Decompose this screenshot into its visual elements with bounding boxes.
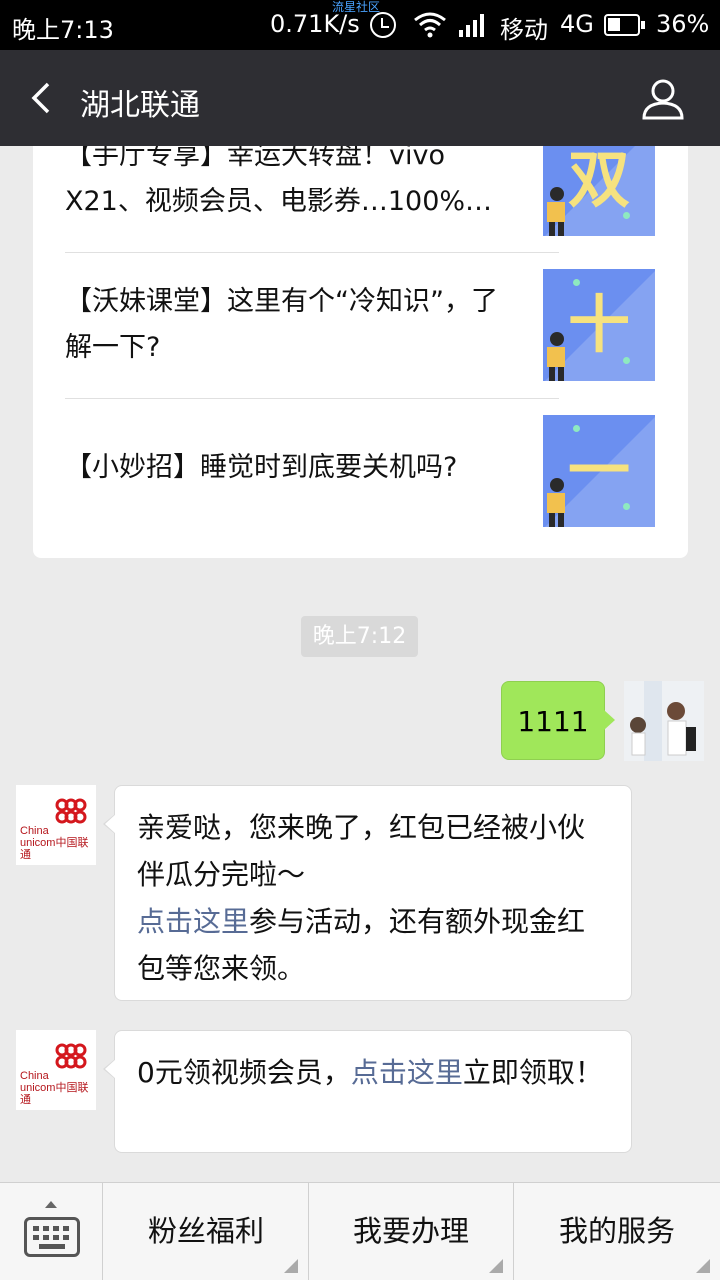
menu-item-label: 粉丝福利 xyxy=(147,1214,264,1248)
menu-item-fan-benefits[interactable]: 粉丝福利 xyxy=(104,1183,309,1280)
divider xyxy=(65,398,559,399)
person-figure-icon xyxy=(547,332,565,381)
menu-bar: 粉丝福利 我要办理 我的服务 xyxy=(0,1182,720,1280)
chevron-left-icon[interactable] xyxy=(26,80,62,116)
alarm-icon xyxy=(370,12,396,38)
message-link[interactable]: 点击这里 xyxy=(137,905,249,938)
status-time: 晚上7:13 xyxy=(12,16,114,44)
message-link[interactable]: 点击这里 xyxy=(351,1056,463,1089)
avatar[interactable]: China unicom中国联通 xyxy=(16,1030,96,1110)
chat-header: 湖北联通 xyxy=(0,50,720,146)
caret-up-icon xyxy=(45,1201,57,1208)
logo-text-line: unicom中国联通 xyxy=(20,1082,89,1106)
logo-text-line: unicom中国联通 xyxy=(20,837,89,861)
submenu-indicator-icon xyxy=(696,1259,710,1273)
article-title: 【小妙招】睡觉时到底要关机吗? xyxy=(65,452,458,483)
unicom-logo-icon xyxy=(55,798,87,824)
avatar-illustration xyxy=(624,681,704,761)
menu-item-my-services[interactable]: 我的服务 xyxy=(514,1183,720,1280)
article-thumbnail: 十 xyxy=(543,269,655,381)
message-text: 亲爱哒，您来晚了，红包已经被小伙伴瓜分完啦～ xyxy=(137,811,586,891)
wifi-icon xyxy=(414,12,446,38)
logo-text-line: China xyxy=(20,1070,49,1082)
menu-item-label: 我要办理 xyxy=(352,1214,469,1248)
message-text: 立即领取！ xyxy=(462,1056,603,1089)
message-timestamp: 晚上7:12 xyxy=(301,616,418,657)
article-title: 【手厅专享】幸运大转盘！vivo X21、视频会员、电影券…100%… xyxy=(65,140,493,217)
submenu-indicator-icon xyxy=(284,1259,298,1273)
article-title: 【沃妹课堂】这里有个“冷知识”，了解一下? xyxy=(65,286,498,363)
unicom-logo-icon xyxy=(55,1043,87,1069)
article-card: 【手厅专享】幸运大转盘！vivo X21、视频会员、电影券…100%… 双 【沃… xyxy=(33,100,688,558)
logo-text-line: China xyxy=(20,825,49,837)
divider xyxy=(65,252,559,253)
incoming-message-bubble: 0元领视频会员，点击这里立即领取！ xyxy=(103,1030,632,1153)
page-title: 湖北联通 xyxy=(80,88,200,123)
menu-item-label: 我的服务 xyxy=(558,1214,675,1248)
signal-icon xyxy=(459,14,484,37)
carrier-label: 移动 xyxy=(500,16,548,44)
logo-text: China unicom中国联通 xyxy=(20,825,96,861)
article-thumbnail: 一 xyxy=(543,415,655,527)
keyboard-icon xyxy=(24,1217,80,1257)
person-figure-icon xyxy=(547,187,565,236)
community-label: 流星社区 xyxy=(332,0,381,14)
battery-percent: 36% xyxy=(656,10,710,38)
avatar[interactable] xyxy=(624,681,704,761)
avatar[interactable]: China unicom中国联通 xyxy=(16,785,96,865)
battery-icon xyxy=(604,14,645,36)
network-type: 4G xyxy=(560,10,594,38)
menu-item-apply[interactable]: 我要办理 xyxy=(309,1183,514,1280)
person-figure-icon xyxy=(547,478,565,527)
user-icon[interactable] xyxy=(640,76,686,122)
submenu-indicator-icon xyxy=(489,1259,503,1273)
logo-text: China unicom中国联通 xyxy=(20,1070,96,1106)
message-text: 0元领视频会员， xyxy=(137,1056,351,1089)
status-bar: 晚上7:13 0.71K/s 流星社区 移动 4G 36% xyxy=(0,0,720,50)
incoming-message-bubble: 亲爱哒，您来晚了，红包已经被小伙伴瓜分完啦～ 点击这里参与活动，还有额外现金红包… xyxy=(103,785,632,1001)
outgoing-message-bubble[interactable]: 1111 xyxy=(501,681,615,760)
keyboard-toggle-button[interactable] xyxy=(0,1183,103,1280)
